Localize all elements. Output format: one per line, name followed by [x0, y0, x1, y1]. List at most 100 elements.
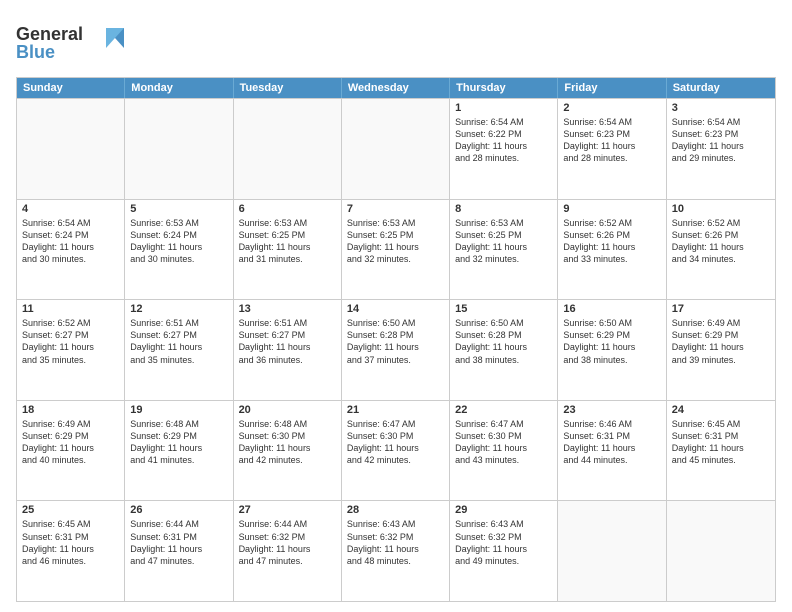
calendar-cell: 8 Sunrise: 6:53 AM Sunset: 6:25 PM Daylig…: [450, 200, 558, 300]
day-number: 8: [455, 203, 552, 215]
calendar-cell: [234, 99, 342, 199]
weekday-header: Thursday: [450, 78, 558, 98]
calendar-week-row: 18 Sunrise: 6:49 AM Sunset: 6:29 PM Dayli…: [17, 400, 775, 501]
day-info: Sunrise: 6:50 AM Sunset: 6:29 PM Dayligh…: [563, 317, 660, 366]
calendar-cell: 18 Sunrise: 6:49 AM Sunset: 6:29 PM Dayli…: [17, 401, 125, 501]
calendar-cell: 19 Sunrise: 6:48 AM Sunset: 6:29 PM Dayli…: [125, 401, 233, 501]
day-info: Sunrise: 6:51 AM Sunset: 6:27 PM Dayligh…: [239, 317, 336, 366]
calendar-cell: 21Sunrise: 6:47 AM Sunset: 6:30 PM Dayli…: [342, 401, 450, 501]
day-number: 10: [672, 203, 770, 215]
day-info: Sunrise: 6:43 AM Sunset: 6:32 PM Dayligh…: [347, 518, 444, 567]
day-info: Sunrise: 6:43 AM Sunset: 6:32 PM Dayligh…: [455, 518, 552, 567]
day-info: Sunrise: 6:49 AM Sunset: 6:29 PM Dayligh…: [672, 317, 770, 366]
calendar-cell: 4Sunrise: 6:54 AM Sunset: 6:24 PM Daylig…: [17, 200, 125, 300]
calendar-grid: SundayMondayTuesdayWednesdayThursdayFrid…: [16, 77, 776, 602]
day-number: 19: [130, 404, 227, 416]
day-number: 11: [22, 303, 119, 315]
calendar-cell: 12 Sunrise: 6:51 AM Sunset: 6:27 PM Dayli…: [125, 300, 233, 400]
weekday-header: Wednesday: [342, 78, 450, 98]
day-info: Sunrise: 6:52 AM Sunset: 6:26 PM Dayligh…: [563, 217, 660, 266]
day-number: 20: [239, 404, 336, 416]
calendar-cell: 16 Sunrise: 6:50 AM Sunset: 6:29 PM Dayli…: [558, 300, 666, 400]
logo: General Blue: [16, 20, 126, 69]
day-number: 14: [347, 303, 444, 315]
calendar-cell: [558, 501, 666, 601]
calendar-page: General Blue SundayMondayTuesdayWednesda…: [0, 0, 792, 612]
day-number: 15: [455, 303, 552, 315]
day-info: Sunrise: 6:54 AM Sunset: 6:23 PM Dayligh…: [672, 116, 770, 165]
day-info: Sunrise: 6:48 AM Sunset: 6:30 PM Dayligh…: [239, 418, 336, 467]
day-info: Sunrise: 6:53 AM Sunset: 6:25 PM Dayligh…: [239, 217, 336, 266]
day-info: Sunrise: 6:53 AM Sunset: 6:24 PM Dayligh…: [130, 217, 227, 266]
svg-text:Blue: Blue: [16, 42, 55, 62]
calendar-cell: 29 Sunrise: 6:43 AM Sunset: 6:32 PM Dayli…: [450, 501, 558, 601]
day-info: Sunrise: 6:54 AM Sunset: 6:24 PM Dayligh…: [22, 217, 119, 266]
day-number: 21: [347, 404, 444, 416]
calendar-cell: 10 Sunrise: 6:52 AM Sunset: 6:26 PM Dayli…: [667, 200, 775, 300]
day-number: 3: [672, 102, 770, 114]
day-info: Sunrise: 6:46 AM Sunset: 6:31 PM Dayligh…: [563, 418, 660, 467]
calendar-cell: 23 Sunrise: 6:46 AM Sunset: 6:31 PM Dayli…: [558, 401, 666, 501]
calendar-week-row: 4Sunrise: 6:54 AM Sunset: 6:24 PM Daylig…: [17, 199, 775, 300]
calendar-body: 1 Sunrise: 6:54 AM Sunset: 6:22 PM Daylig…: [17, 98, 775, 601]
day-info: Sunrise: 6:51 AM Sunset: 6:27 PM Dayligh…: [130, 317, 227, 366]
day-info: Sunrise: 6:48 AM Sunset: 6:29 PM Dayligh…: [130, 418, 227, 467]
day-number: 6: [239, 203, 336, 215]
calendar-cell: 9 Sunrise: 6:52 AM Sunset: 6:26 PM Daylig…: [558, 200, 666, 300]
calendar-cell: 17 Sunrise: 6:49 AM Sunset: 6:29 PM Dayli…: [667, 300, 775, 400]
day-info: Sunrise: 6:50 AM Sunset: 6:28 PM Dayligh…: [455, 317, 552, 366]
calendar-cell: 1 Sunrise: 6:54 AM Sunset: 6:22 PM Daylig…: [450, 99, 558, 199]
logo-text: General Blue: [16, 20, 126, 69]
day-number: 27: [239, 504, 336, 516]
header: General Blue: [16, 16, 776, 69]
day-number: 12: [130, 303, 227, 315]
calendar-cell: 13 Sunrise: 6:51 AM Sunset: 6:27 PM Dayli…: [234, 300, 342, 400]
day-number: 1: [455, 102, 552, 114]
day-number: 18: [22, 404, 119, 416]
calendar-week-row: 25 Sunrise: 6:45 AM Sunset: 6:31 PM Dayli…: [17, 500, 775, 601]
day-info: Sunrise: 6:52 AM Sunset: 6:26 PM Dayligh…: [672, 217, 770, 266]
calendar-cell: 6 Sunrise: 6:53 AM Sunset: 6:25 PM Daylig…: [234, 200, 342, 300]
day-info: Sunrise: 6:53 AM Sunset: 6:25 PM Dayligh…: [347, 217, 444, 266]
day-info: Sunrise: 6:49 AM Sunset: 6:29 PM Dayligh…: [22, 418, 119, 467]
day-number: 5: [130, 203, 227, 215]
calendar-cell: 14Sunrise: 6:50 AM Sunset: 6:28 PM Dayli…: [342, 300, 450, 400]
svg-text:General: General: [16, 24, 83, 44]
day-number: 16: [563, 303, 660, 315]
calendar-cell: [17, 99, 125, 199]
calendar-cell: 20 Sunrise: 6:48 AM Sunset: 6:30 PM Dayli…: [234, 401, 342, 501]
calendar-cell: 26Sunrise: 6:44 AM Sunset: 6:31 PM Dayli…: [125, 501, 233, 601]
day-info: Sunrise: 6:45 AM Sunset: 6:31 PM Dayligh…: [22, 518, 119, 567]
day-info: Sunrise: 6:52 AM Sunset: 6:27 PM Dayligh…: [22, 317, 119, 366]
weekday-header: Saturday: [667, 78, 775, 98]
calendar-cell: [125, 99, 233, 199]
weekday-header: Monday: [125, 78, 233, 98]
day-info: Sunrise: 6:54 AM Sunset: 6:22 PM Dayligh…: [455, 116, 552, 165]
day-number: 25: [22, 504, 119, 516]
calendar-cell: 5 Sunrise: 6:53 AM Sunset: 6:24 PM Daylig…: [125, 200, 233, 300]
calendar-cell: 22Sunrise: 6:47 AM Sunset: 6:30 PM Dayli…: [450, 401, 558, 501]
weekday-header: Sunday: [17, 78, 125, 98]
day-number: 7: [347, 203, 444, 215]
day-number: 13: [239, 303, 336, 315]
weekday-header: Tuesday: [234, 78, 342, 98]
day-number: 29: [455, 504, 552, 516]
calendar-cell: [667, 501, 775, 601]
calendar-cell: [342, 99, 450, 199]
calendar-cell: 3 Sunrise: 6:54 AM Sunset: 6:23 PM Daylig…: [667, 99, 775, 199]
calendar-cell: 25 Sunrise: 6:45 AM Sunset: 6:31 PM Dayli…: [17, 501, 125, 601]
calendar-cell: 15 Sunrise: 6:50 AM Sunset: 6:28 PM Dayli…: [450, 300, 558, 400]
day-number: 2: [563, 102, 660, 114]
calendar-cell: 11 Sunrise: 6:52 AM Sunset: 6:27 PM Dayli…: [17, 300, 125, 400]
day-info: Sunrise: 6:45 AM Sunset: 6:31 PM Dayligh…: [672, 418, 770, 467]
day-info: Sunrise: 6:53 AM Sunset: 6:25 PM Dayligh…: [455, 217, 552, 266]
day-number: 17: [672, 303, 770, 315]
day-number: 28: [347, 504, 444, 516]
day-number: 22: [455, 404, 552, 416]
day-number: 9: [563, 203, 660, 215]
weekday-header: Friday: [558, 78, 666, 98]
day-number: 26: [130, 504, 227, 516]
calendar-cell: 27Sunrise: 6:44 AM Sunset: 6:32 PM Dayli…: [234, 501, 342, 601]
day-number: 23: [563, 404, 660, 416]
calendar-cell: 28 Sunrise: 6:43 AM Sunset: 6:32 PM Dayli…: [342, 501, 450, 601]
